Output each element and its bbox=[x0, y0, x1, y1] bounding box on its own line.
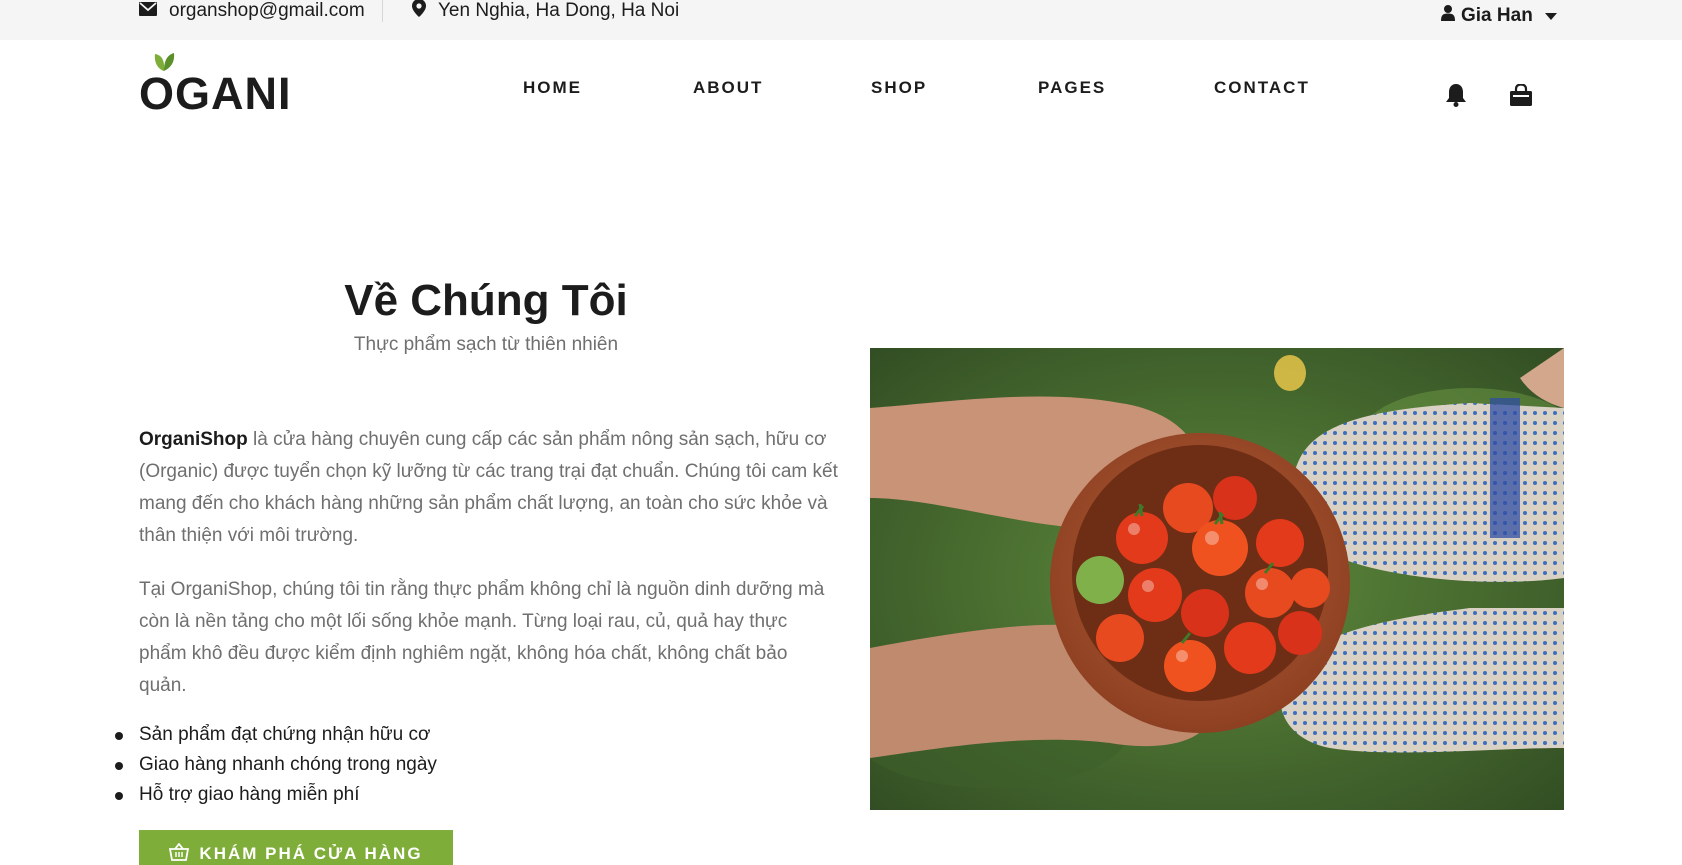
bell-icon[interactable] bbox=[1443, 82, 1469, 108]
about-paragraph-2: Tại OrganiShop, chúng tôi tin rằng thực … bbox=[139, 579, 825, 696]
contact-address: Yen Nghia, Ha Dong, Ha Noi bbox=[412, 0, 679, 22]
about-photo bbox=[870, 348, 1564, 810]
email-text: organshop@gmail.com bbox=[169, 0, 365, 21]
chevron-down-icon bbox=[1544, 12, 1557, 20]
address-text: Yen Nghia, Ha Dong, Ha Noi bbox=[438, 0, 680, 21]
user-menu[interactable]: Gia Han bbox=[1441, 5, 1557, 27]
shopping-bag-icon[interactable] bbox=[1508, 82, 1534, 108]
explore-shop-button[interactable]: KHÁM PHÁ CỬA HÀNG bbox=[139, 830, 453, 865]
top-bar: organshop@gmail.com Yen Nghia, Ha Dong, … bbox=[0, 0, 1682, 40]
topbar-divider bbox=[382, 0, 383, 22]
user-name: Gia Han bbox=[1461, 5, 1533, 26]
about-paragraph-1: OrganiShop là cửa hàng chuyên cung cấp c… bbox=[139, 424, 839, 552]
list-item: Sản phẩm đạt chứng nhận hữu cơ bbox=[115, 720, 437, 750]
page-title: Về Chúng Tôi bbox=[344, 276, 628, 325]
list-item: Hỗ trợ giao hàng miễn phí bbox=[115, 780, 437, 810]
feature-list: Sản phẩm đạt chứng nhận hữu cơ Giao hàng… bbox=[115, 720, 437, 810]
envelope-icon bbox=[139, 0, 157, 22]
nav-pages[interactable]: PAGES bbox=[1038, 78, 1106, 98]
user-icon bbox=[1441, 5, 1455, 27]
cta-label: KHÁM PHÁ CỬA HÀNG bbox=[199, 844, 423, 863]
nav-about[interactable]: ABOUT bbox=[693, 78, 763, 98]
basket-icon bbox=[169, 842, 190, 865]
nav-contact[interactable]: CONTACT bbox=[1214, 78, 1310, 98]
map-pin-icon bbox=[412, 0, 426, 23]
brand-name: OrganiShop bbox=[139, 429, 248, 450]
list-item: Giao hàng nhanh chóng trong ngày bbox=[115, 750, 437, 780]
nav-shop[interactable]: SHOP bbox=[871, 78, 927, 98]
contact-email[interactable]: organshop@gmail.com bbox=[139, 0, 365, 22]
nav-home[interactable]: HOME bbox=[523, 78, 582, 98]
main-nav: HOME ABOUT SHOP PAGES CONTACT bbox=[0, 78, 1682, 102]
page-subtitle: Thực phẩm sạch từ thiên nhiên bbox=[353, 334, 619, 355]
